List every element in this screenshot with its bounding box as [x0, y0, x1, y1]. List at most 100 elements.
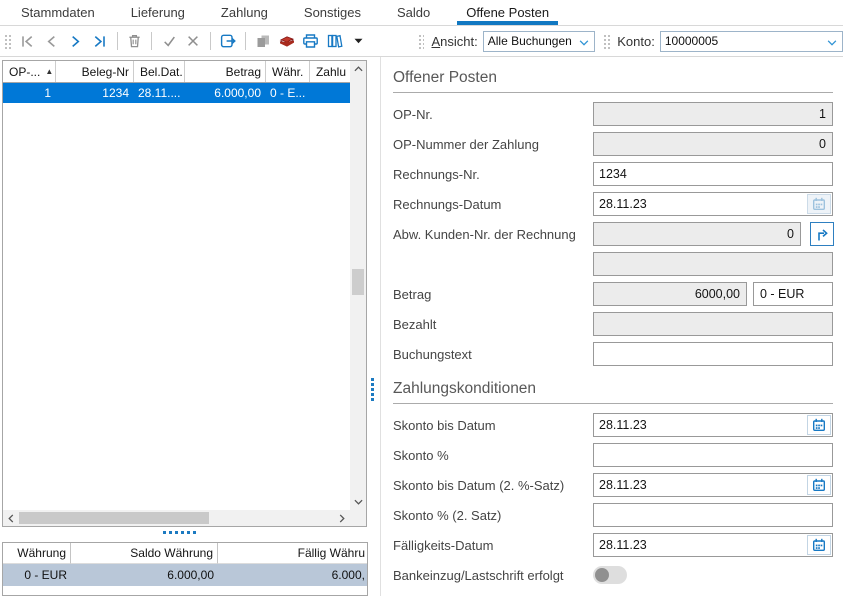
journal-book-icon	[278, 33, 296, 49]
column-header-saldo-waehrung[interactable]: Saldo Währung	[71, 543, 218, 564]
toolbar-separator	[210, 32, 211, 50]
account-select-value: 10000005	[665, 34, 718, 48]
scroll-up-icon[interactable]	[350, 61, 366, 77]
scroll-left-icon[interactable]	[3, 510, 19, 526]
cell-betrag: 6.000,00	[185, 83, 266, 103]
tab-zahlung[interactable]: Zahlung	[212, 0, 277, 25]
invoice-date-label: Rechnungs-Datum	[393, 197, 593, 212]
drag-grip-icon[interactable]	[3, 33, 11, 50]
delete-button[interactable]	[124, 30, 146, 52]
account-label: Konto:	[617, 34, 655, 49]
account-select[interactable]: 10000005	[660, 31, 843, 52]
column-header-op-nr[interactable]: OP-...▲	[3, 61, 56, 82]
grid-row-selected[interactable]: 1 1234 28.11.... 6.000,00 0 - E...	[3, 83, 350, 103]
tab-bar: Stammdaten Lieferung Zahlung Sonstiges S…	[0, 0, 843, 26]
section-title-zahlungskonditionen: Zahlungskonditionen	[393, 380, 833, 404]
tab-offene-posten[interactable]: Offene Posten	[457, 0, 558, 25]
cell-bel-dat: 28.11....	[134, 83, 185, 103]
discount-date-1-label: Skonto bis Datum	[393, 418, 593, 433]
deviating-customer-field	[593, 222, 801, 246]
grid-hscrollbar[interactable]	[3, 510, 350, 526]
reports-books-icon	[326, 33, 344, 49]
column-header-faellig-waehrung[interactable]: Fällig Währu	[218, 543, 367, 564]
open-items-grid: OP-...▲ Beleg-Nr Bel.Dat. Betrag Währ. Z…	[2, 60, 367, 527]
drag-grip-icon[interactable]	[602, 33, 610, 50]
discount-pct-1-label: Skonto %	[393, 448, 593, 463]
column-header-waehrung[interactable]: Währung	[3, 543, 71, 564]
column-header-zahlung[interactable]: Zahlu	[310, 61, 350, 82]
calendar-icon	[812, 197, 826, 211]
cancel-button[interactable]	[182, 30, 204, 52]
posting-text-field[interactable]	[593, 342, 833, 366]
paid-field	[593, 312, 833, 336]
discount-date-2-field[interactable]	[593, 473, 833, 497]
invoice-nr-field[interactable]	[593, 162, 833, 186]
tab-stammdaten[interactable]: Stammdaten	[12, 0, 104, 25]
discount-pct-2-field[interactable]	[593, 503, 833, 527]
column-header-betrag[interactable]: Betrag	[185, 61, 266, 82]
confirm-button[interactable]	[158, 30, 180, 52]
cell-waehrung: 0 - EUR	[3, 564, 71, 586]
next-record-icon	[69, 34, 82, 49]
grid-vscrollbar[interactable]	[350, 61, 366, 510]
discount-pct-2-label: Skonto % (2. Satz)	[393, 508, 593, 523]
open-items-window: Stammdaten Lieferung Zahlung Sonstiges S…	[0, 0, 843, 596]
discount-date-2-calendar-button[interactable]	[807, 475, 831, 495]
op-payment-nr-field	[593, 132, 833, 156]
due-date-field[interactable]	[593, 533, 833, 557]
trash-icon	[127, 33, 142, 49]
summary-row[interactable]: 0 - EUR 6.000,00 6.000,	[3, 564, 367, 586]
deviating-customer-label: Abw. Kunden-Nr. der Rechnung	[393, 227, 593, 242]
cell-beleg-nr: 1234	[56, 83, 134, 103]
direct-debit-toggle[interactable]	[593, 566, 627, 584]
discount-date-1-field[interactable]	[593, 413, 833, 437]
summary-header-row: Währung Saldo Währung Fällig Währu	[3, 543, 367, 564]
view-select[interactable]: Alle Buchungen	[483, 31, 596, 52]
op-nr-field	[593, 102, 833, 126]
table-splitter[interactable]	[163, 531, 196, 534]
invoice-nr-label: Rechnungs-Nr.	[393, 167, 593, 182]
tab-lieferung[interactable]: Lieferung	[122, 0, 194, 25]
column-header-waehr[interactable]: Währ.	[266, 61, 310, 82]
printer-icon	[302, 33, 319, 49]
next-record-button[interactable]	[65, 30, 87, 52]
copy-icon	[255, 33, 271, 49]
panel-splitter[interactable]	[371, 378, 374, 401]
last-record-button[interactable]	[89, 30, 111, 52]
check-icon	[162, 34, 177, 48]
toolbar-separator	[245, 32, 246, 50]
chevron-down-icon	[578, 37, 590, 49]
copy-button[interactable]	[252, 30, 274, 52]
invoice-date-field[interactable]	[593, 192, 833, 216]
reports-button[interactable]	[324, 30, 346, 52]
hscroll-thumb[interactable]	[19, 512, 209, 524]
calendar-icon	[812, 478, 826, 492]
toolbar-more-dropdown[interactable]	[348, 30, 370, 52]
scroll-down-icon[interactable]	[350, 494, 366, 510]
cell-waehr: 0 - E...	[266, 83, 310, 103]
print-button[interactable]	[300, 30, 322, 52]
toolbar-separator	[151, 32, 152, 50]
previous-record-button[interactable]	[41, 30, 63, 52]
invoice-date-calendar-button[interactable]	[807, 194, 831, 214]
calendar-icon	[812, 418, 826, 432]
discount-date-1-calendar-button[interactable]	[807, 415, 831, 435]
open-customer-button[interactable]	[810, 222, 834, 246]
drag-grip-icon[interactable]	[417, 33, 425, 50]
cell-faellig-waehrung: 6.000,	[218, 564, 367, 586]
tab-sonstiges[interactable]: Sonstiges	[295, 0, 370, 25]
caret-down-icon	[354, 38, 363, 44]
column-header-beleg-nr[interactable]: Beleg-Nr	[56, 61, 134, 82]
due-date-calendar-button[interactable]	[807, 535, 831, 555]
tab-saldo[interactable]: Saldo	[388, 0, 439, 25]
vscroll-thumb[interactable]	[352, 269, 364, 295]
post-icon	[220, 33, 237, 49]
amount-field	[593, 282, 747, 306]
first-record-icon	[20, 34, 35, 49]
scroll-right-icon[interactable]	[334, 510, 350, 526]
journal-button[interactable]	[276, 30, 298, 52]
column-header-bel-dat[interactable]: Bel.Dat.	[134, 61, 185, 82]
post-record-button[interactable]	[217, 30, 239, 52]
first-record-button[interactable]	[17, 30, 39, 52]
discount-pct-1-field[interactable]	[593, 443, 833, 467]
